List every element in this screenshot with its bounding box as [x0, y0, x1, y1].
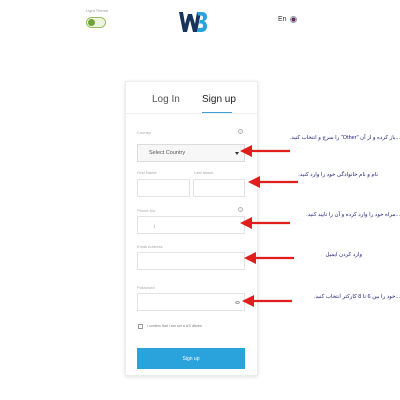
theme-switch[interactable] — [86, 17, 106, 28]
last-name-field[interactable] — [193, 179, 245, 197]
phone-prefix: | — [154, 223, 156, 228]
phone-label: Phone No. — [137, 208, 156, 213]
email-label: Email Address — [137, 244, 163, 249]
language-selector[interactable]: En — [278, 16, 297, 23]
email-field[interactable] — [137, 252, 245, 270]
annotation-country: ...باز کرده و از آن "Other" را سرچ و انت… — [289, 135, 400, 141]
first-name-field[interactable] — [137, 179, 190, 197]
annotation-phone: ...مراه خود را وارد کرده و آن را تایید ک… — [306, 212, 400, 218]
tab-divider — [126, 113, 257, 114]
country-label: Country — [137, 130, 152, 135]
info-icon[interactable]: i — [238, 207, 243, 212]
arrow-icon — [242, 295, 292, 307]
first-name-label: First Name — [137, 170, 157, 175]
country-select-value: Select Country — [149, 150, 186, 156]
eye-icon[interactable] — [235, 301, 240, 304]
arrow-icon — [240, 217, 290, 229]
password-label: Password — [137, 285, 155, 290]
annotation-name: نام و نام خانوادگی خود را وارد کنید. — [298, 172, 378, 178]
tab-signup[interactable]: Sign up — [202, 94, 236, 105]
signup-button[interactable]: Sign up — [137, 348, 245, 369]
arrow-icon — [248, 176, 298, 188]
confirm-checkbox[interactable] — [138, 324, 143, 329]
uk-flag-icon — [289, 16, 297, 23]
password-field[interactable] — [137, 293, 245, 311]
chevron-down-icon — [235, 152, 239, 155]
info-icon[interactable]: i — [238, 129, 243, 134]
last-name-label: Last Name — [194, 170, 214, 175]
tab-login[interactable]: Log In — [152, 94, 180, 105]
annotation-password: ...خود را بین 6 تا 8 کارکتر انتخاب کنید. — [313, 294, 400, 300]
auth-card: Log In Sign up Country i Select Country … — [125, 81, 258, 376]
switch-knob — [88, 19, 95, 26]
confirm-text: I confirm that I am not a US citizen — [147, 324, 202, 328]
annotation-email: وارد کردن ایمیل — [325, 252, 362, 258]
wb-logo — [179, 12, 207, 32]
language-label: En — [278, 16, 287, 23]
arrow-icon — [240, 145, 290, 157]
theme-toggle-label: Light Theme — [86, 8, 109, 13]
phone-field[interactable]: | — [137, 216, 245, 234]
country-select[interactable]: Select Country — [137, 144, 245, 162]
arrow-icon — [244, 252, 294, 264]
